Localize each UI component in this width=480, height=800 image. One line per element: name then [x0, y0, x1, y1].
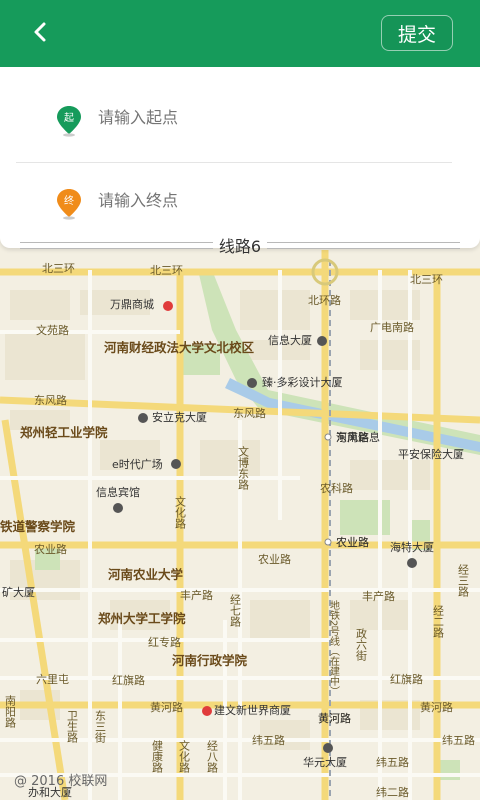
poi-label: 矿大厦 — [2, 585, 35, 599]
road-label: 文化路 — [174, 495, 187, 530]
road-label: 红旗路 — [112, 673, 145, 687]
road-label: 经三路 — [457, 564, 470, 598]
road-label: 北三环 — [150, 264, 183, 277]
poi-label: 平安保险大厦 — [398, 447, 464, 461]
submit-button[interactable]: 提交 — [381, 15, 453, 51]
road-label: 南阳路 — [4, 695, 17, 729]
start-point-row[interactable]: 起 — [0, 80, 480, 160]
road-label: 北环路 — [308, 294, 341, 307]
end-point-row[interactable]: 终 — [0, 163, 480, 243]
road-label: 纬五路 — [252, 734, 285, 747]
building-icon — [407, 558, 417, 568]
poi-label: 万鼎商城 — [110, 297, 154, 311]
road-label: 纬二路 — [376, 786, 409, 799]
end-pin-label: 终 — [64, 194, 74, 207]
chevron-left-icon — [34, 22, 46, 42]
road-label: 黄河路 — [420, 700, 453, 714]
road-label: 经二路 — [432, 605, 445, 639]
road-label: 东风路 — [233, 407, 266, 420]
poi-marker-icon — [202, 706, 212, 716]
road-label: 东三街 — [94, 710, 107, 744]
road-label: 文博东路 — [237, 445, 250, 491]
poi-label: 建文新世界商厦 — [214, 703, 291, 717]
building-icon — [323, 743, 333, 753]
poi-label: 华元大厦 — [303, 755, 347, 769]
road-label: 北三环 — [410, 273, 443, 286]
station-label: 东风路 — [336, 431, 369, 444]
road-label: 经七路 — [229, 594, 242, 628]
road-label: 红专路 — [148, 635, 181, 649]
top-bar: 提交 — [0, 0, 480, 67]
route-input-panel: 起 终 — [0, 67, 480, 248]
road-label: 北三环 — [42, 262, 75, 275]
road-label: 纬五路 — [376, 756, 409, 769]
road-label: 农业路 — [258, 552, 291, 566]
end-point-input[interactable] — [98, 191, 428, 210]
subway-label: 地铁2号线（在建中） — [328, 599, 340, 697]
road-label: 东风路 — [34, 394, 67, 407]
route-name-label: 线路6 — [0, 232, 480, 258]
start-pin-icon: 起 — [57, 106, 81, 137]
route-name: 线路6 — [218, 237, 262, 256]
road-label: 丰产路 — [180, 588, 213, 602]
poi-label: 河南农业大学 — [108, 567, 184, 582]
road-label: 黄河路 — [150, 700, 183, 714]
road-label: 卫生路 — [66, 710, 79, 744]
route-line-right — [267, 241, 460, 249]
road-label: 经八路 — [206, 740, 219, 774]
end-pin-icon: 终 — [57, 189, 81, 220]
road-label: 广电南路 — [370, 321, 414, 334]
building-icon — [138, 413, 148, 423]
poi-label: 臻·多彩设计大厦 — [262, 375, 343, 389]
station-label: 农业路 — [336, 535, 369, 549]
poi-label: 海特大厦 — [390, 540, 434, 554]
poi-label: 安立克大厦 — [152, 410, 207, 424]
poi-marker-icon — [163, 301, 173, 311]
subway-station-icon — [324, 538, 332, 546]
poi-label: 郑州大学工学院 — [98, 611, 186, 626]
poi-label: 郑州轻工业学院 — [20, 425, 108, 440]
road-label: 健康路 — [151, 740, 164, 774]
road-label: 丰产路 — [362, 589, 395, 603]
start-pin-label: 起 — [64, 112, 74, 124]
road-label: 农业路 — [34, 542, 67, 556]
road-label: 纬五路 — [442, 734, 475, 747]
road-label: 红旗路 — [390, 672, 423, 686]
road-label: 六里屯 — [36, 673, 69, 686]
poi-label: 信息宾馆 — [96, 485, 140, 499]
road-label: 政六街 — [355, 627, 368, 662]
poi-label: e时代广场 — [112, 457, 163, 471]
road-label: 农科路 — [320, 481, 353, 495]
start-point-input[interactable] — [98, 108, 428, 127]
road-label: 文苑路 — [36, 323, 69, 337]
building-icon — [247, 378, 257, 388]
building-icon — [317, 336, 327, 346]
building-icon — [113, 503, 123, 513]
map-copyright: @ 2016 校联网 — [14, 774, 108, 789]
building-icon — [171, 459, 181, 469]
poi-label: 铁道警察学院 — [0, 519, 76, 534]
subway-station-icon — [324, 433, 332, 441]
route-line-left — [20, 241, 213, 249]
station-label: 黄河路 — [318, 711, 351, 725]
poi-label: 河南行政学院 — [172, 653, 248, 668]
back-button[interactable] — [22, 14, 58, 50]
poi-label: 信息大厦 — [268, 333, 312, 347]
poi-label: 河南财经政法大学文北校区 — [104, 340, 255, 355]
road-label: 文化路 — [178, 739, 191, 774]
